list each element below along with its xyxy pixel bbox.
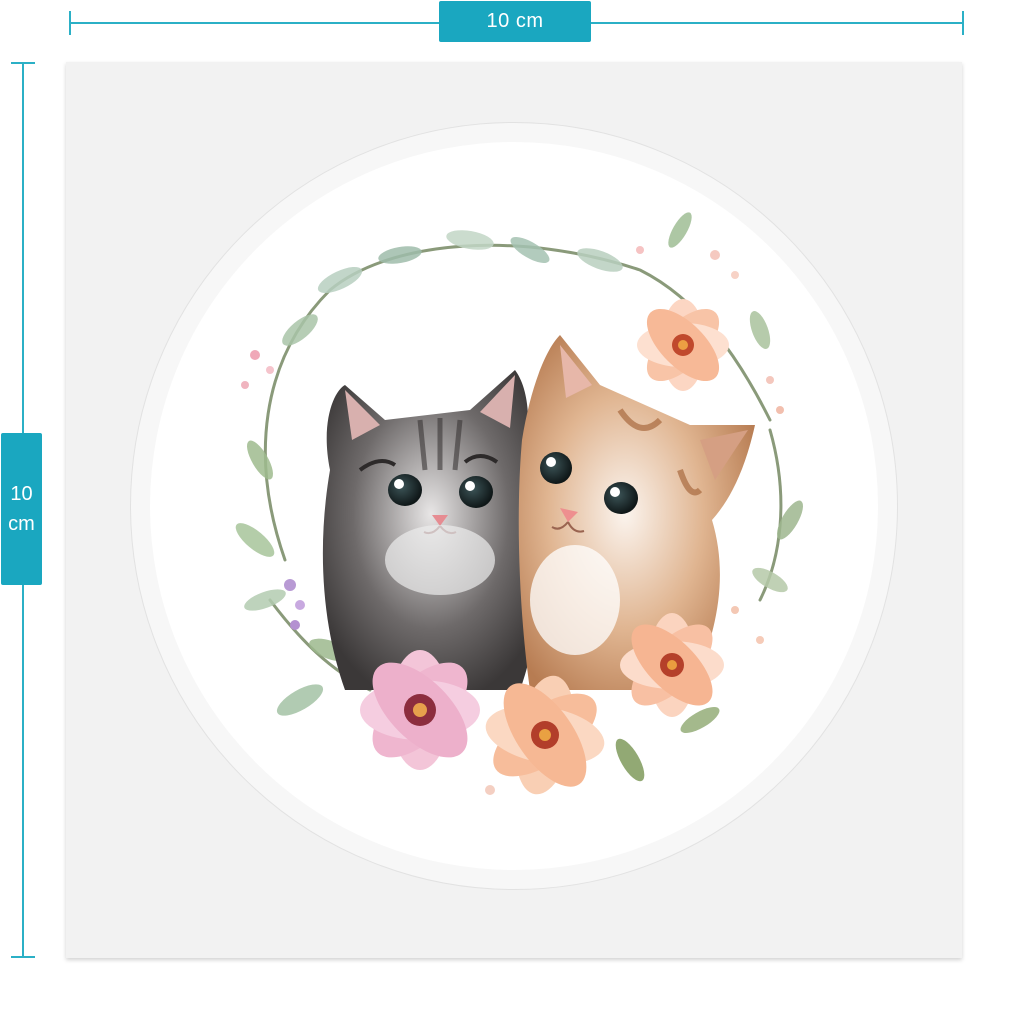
peach-flower-top <box>637 299 729 391</box>
width-dimension-end-cap <box>962 11 964 35</box>
height-label-unit: cm <box>8 513 35 535</box>
width-label-text: 10 cm <box>486 10 544 32</box>
height-dimension-start-cap <box>11 62 35 64</box>
round-sticker <box>150 142 878 870</box>
grey-tabby-kitten <box>322 370 540 690</box>
height-dimension-label: 10 cm <box>1 433 42 585</box>
width-dimension-label: 10 cm <box>439 1 591 42</box>
height-dimension-end-cap <box>11 956 35 958</box>
width-dimension-start-cap <box>69 11 71 35</box>
kittens-flower-wreath-illustration <box>235 212 803 795</box>
height-label-number: 10 <box>10 483 33 505</box>
